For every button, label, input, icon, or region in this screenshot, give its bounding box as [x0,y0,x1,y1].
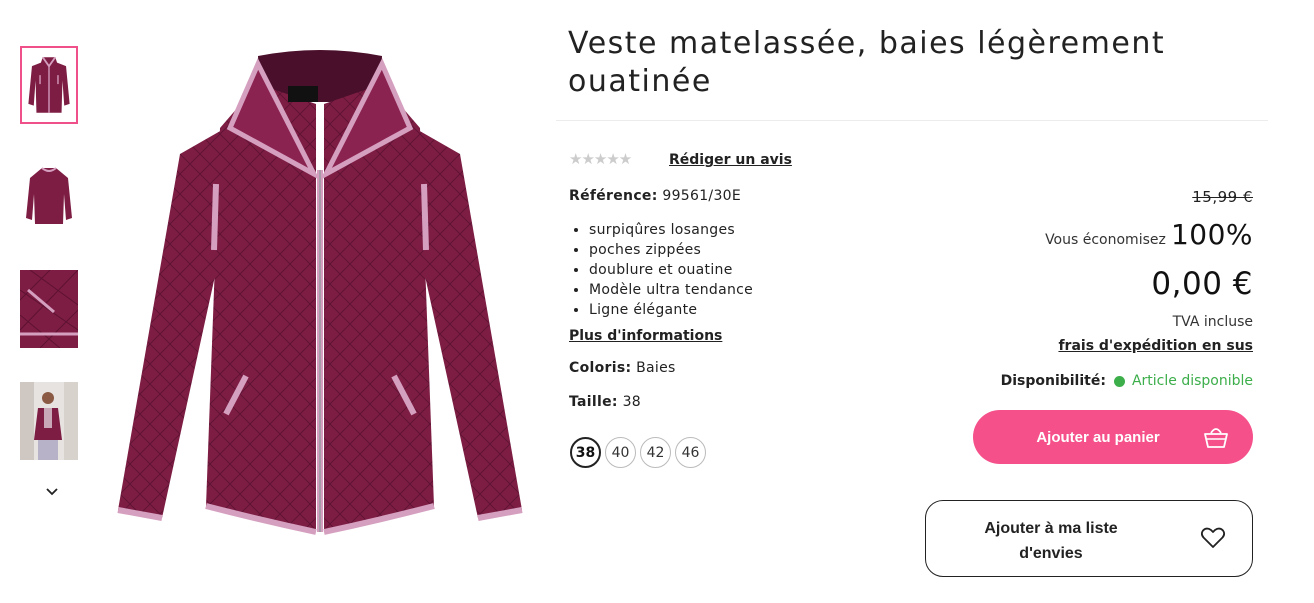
list-item: Modèle ultra tendance [589,280,753,300]
size-selector: 38 40 42 46 [570,437,706,468]
add-to-wishlist-button[interactable]: Ajouter à ma liste d'envies [925,500,1253,577]
size-option-38[interactable]: 38 [570,437,601,468]
size-option-46[interactable]: 46 [675,437,706,468]
size-option-42[interactable]: 42 [640,437,671,468]
wishlist-label: Ajouter à ma liste d'envies [984,520,1118,562]
product-main-image [117,50,523,535]
size-option-40[interactable]: 40 [605,437,636,468]
feature-list: surpiqûres losanges poches zippées doubl… [569,220,753,320]
divider [556,120,1268,121]
tva-note: TVA incluse [1172,314,1253,330]
list-item: Ligne élégante [589,300,753,320]
reference-label: Référence: [569,188,658,204]
more-info-link[interactable]: Plus d'informations [569,328,722,344]
basket-icon [1204,428,1228,448]
size-value: 38 [622,394,641,410]
availability-status: Article disponible [1131,373,1253,389]
thumbnail-front[interactable] [20,46,78,124]
thumbnail-gallery [20,46,82,494]
size-label: Taille: [569,394,618,410]
thumbnail-model[interactable] [20,382,78,460]
savings-percent: 100% [1170,218,1253,251]
rating-stars: ★★★★★ [569,150,632,168]
reference-value: 99561/30E [662,188,742,204]
savings-label: Vous économisez [1045,232,1166,248]
heart-icon [1200,527,1226,548]
current-price: 0,00 € [1151,266,1253,302]
savings: Vous économisez 100% [1045,218,1253,251]
list-item: doublure et ouatine [589,260,753,280]
shipping-link[interactable]: frais d'expédition en sus [1058,338,1253,354]
thumbnail-back[interactable] [20,158,78,236]
status-dot-icon [1113,375,1125,387]
color-info: Coloris: Baies [569,360,676,376]
old-price: 15,99 € [1192,188,1253,206]
add-to-cart-button[interactable]: Ajouter au panier [973,410,1253,464]
product-title: Veste matelassée, baies légèrement ouati… [568,26,1166,99]
color-value: Baies [636,360,676,376]
add-to-cart-label: Ajouter au panier [1036,428,1160,446]
color-label: Coloris: [569,360,632,376]
list-item: poches zippées [589,240,753,260]
thumbnail-detail[interactable] [20,270,78,348]
write-review-link[interactable]: Rédiger un avis [669,152,792,168]
availability: Disponibilité: Article disponible [1001,373,1253,389]
reference: Référence: 99561/30E [569,188,741,204]
size-info: Taille: 38 [569,394,641,410]
availability-label: Disponibilité: [1000,373,1106,389]
chevron-down-icon[interactable] [44,484,60,500]
list-item: surpiqûres losanges [589,220,753,240]
